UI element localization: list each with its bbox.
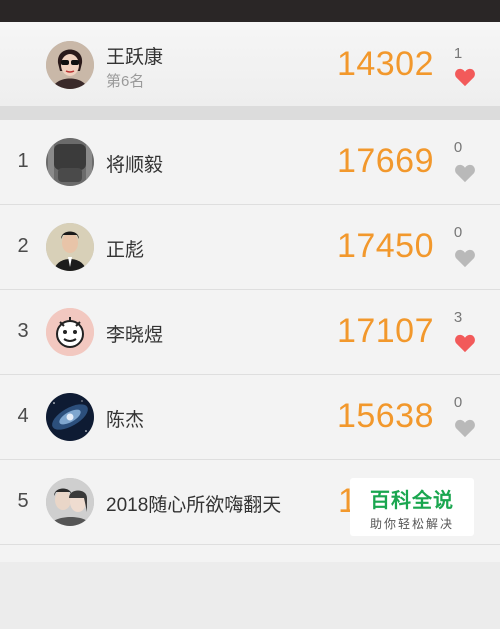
step-count: 17107 [336, 312, 434, 350]
avatar-woman-sunglasses[interactable] [46, 41, 94, 89]
watermark-badge: 百科全说 助你轻松解决 [350, 478, 474, 536]
avatar-man-suit[interactable] [46, 223, 94, 271]
like-count: 0 [453, 394, 463, 411]
rank-number: 3 [17, 320, 29, 342]
like-count: 0 [453, 224, 463, 241]
my-step-count: 14302 [336, 45, 434, 83]
watermark-title: 百科全说 [370, 490, 454, 512]
my-name: 王跃康 [106, 47, 164, 68]
avatar-car-seat[interactable] [46, 138, 94, 186]
step-count: 17450 [336, 227, 434, 265]
avatar-cartoon-face[interactable] [46, 308, 94, 356]
heart-outline-icon[interactable] [454, 418, 476, 438]
my-rank-label: 第6名 [106, 73, 145, 90]
heart-filled-icon[interactable] [454, 67, 476, 87]
avatar-galaxy[interactable] [46, 393, 94, 441]
rank-number: 2 [17, 235, 29, 257]
user-name: 陈杰 [106, 410, 145, 431]
ranking-row[interactable]: 1 将顺毅 17669 0 [0, 120, 500, 205]
user-name: 2018随心所欲嗨翻天 [106, 495, 282, 516]
heart-outline-icon[interactable] [454, 248, 476, 268]
ranking-row-partial[interactable] [0, 545, 500, 629]
user-name: 李晓煜 [106, 325, 164, 346]
avatar-couple-photo[interactable] [46, 478, 94, 526]
ranking-row[interactable]: 2 正彪 17450 0 [0, 205, 500, 290]
rank-number: 4 [17, 405, 29, 427]
my-like-count: 1 [453, 45, 463, 62]
heart-outline-icon[interactable] [454, 163, 476, 183]
user-name: 将顺毅 [106, 155, 164, 176]
top-status-bar [0, 0, 500, 22]
step-count: 15638 [336, 397, 434, 435]
like-count: 3 [453, 309, 463, 326]
watermark-subtitle: 助你轻松解决 [369, 517, 454, 531]
rank-number: 5 [17, 490, 29, 512]
user-name: 正彪 [106, 240, 145, 261]
ranking-row[interactable]: 4 陈杰 15638 0 [0, 375, 500, 460]
rank-number: 1 [17, 150, 29, 172]
like-count: 0 [453, 139, 463, 156]
heart-filled-icon[interactable] [454, 333, 476, 353]
my-ranking-row[interactable]: 王跃康 第6名 14302 1 [0, 22, 500, 106]
section-divider [0, 106, 500, 120]
step-count: 17669 [336, 142, 434, 180]
ranking-row[interactable]: 3 李晓煜 17107 3 [0, 290, 500, 375]
